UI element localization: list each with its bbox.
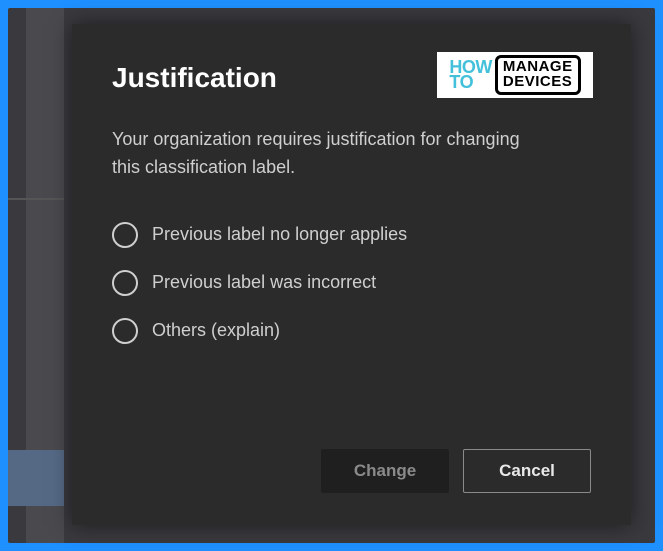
watermark-devices: DEVICES xyxy=(503,75,573,89)
radio-option-no-longer-applies[interactable]: Previous label no longer applies xyxy=(112,222,591,248)
radio-icon xyxy=(112,222,138,248)
radio-option-others[interactable]: Others (explain) xyxy=(112,318,591,344)
radio-icon xyxy=(112,318,138,344)
radio-label: Previous label was incorrect xyxy=(152,272,376,293)
bg-strip xyxy=(8,450,64,506)
radio-label: Others (explain) xyxy=(152,320,280,341)
dialog-button-row: Change Cancel xyxy=(112,449,591,493)
bg-strip xyxy=(8,198,64,200)
radio-icon xyxy=(112,270,138,296)
justification-radio-group: Previous label no longer applies Previou… xyxy=(112,222,591,344)
dialog-description: Your organization requires justification… xyxy=(112,126,552,182)
watermark-box: MANAGE DEVICES xyxy=(495,55,581,95)
cancel-button[interactable]: Cancel xyxy=(463,449,591,493)
justification-dialog: HOW TO MANAGE DEVICES Justification Your… xyxy=(72,24,631,525)
change-button[interactable]: Change xyxy=(321,449,449,493)
watermark-logo: HOW TO MANAGE DEVICES xyxy=(437,52,593,98)
radio-label: Previous label no longer applies xyxy=(152,224,407,245)
watermark-to: TO xyxy=(449,75,492,90)
app-backdrop: HOW TO MANAGE DEVICES Justification Your… xyxy=(8,8,655,543)
watermark-text: HOW TO xyxy=(449,60,492,91)
radio-option-incorrect[interactable]: Previous label was incorrect xyxy=(112,270,591,296)
